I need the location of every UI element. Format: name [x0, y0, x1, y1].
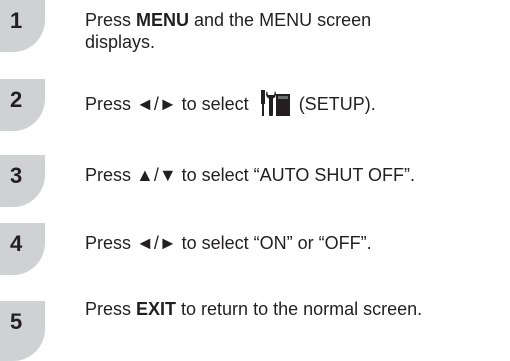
step-text: Press MENU and the MENU screen displays. — [85, 9, 505, 53]
step-text-pre: Press — [85, 10, 137, 30]
step-text-pre: Press ▲/▼ to select “AUTO SHUT OFF”. — [85, 165, 416, 185]
step-text: Press ◄/► to select (SETUP). — [85, 88, 505, 118]
step-text: Press ◄/► to select “ON” or “OFF”. — [85, 232, 505, 254]
step-text-line2: displays. — [85, 32, 156, 52]
step-number: 1 — [10, 8, 23, 33]
step-number: 3 — [10, 163, 23, 188]
step-text-post: and the MENU screen — [189, 10, 372, 30]
step-text: Press EXIT to return to the normal scree… — [85, 298, 505, 320]
step-text: Press ▲/▼ to select “AUTO SHUT OFF”. — [85, 164, 505, 186]
exit-button-label: EXIT — [136, 299, 177, 319]
step-number: 2 — [10, 87, 23, 112]
menu-button-label: MENU — [136, 10, 190, 30]
step-number: 5 — [10, 309, 23, 334]
step-text-pre: Press ◄/► to select “ON” or “OFF”. — [85, 233, 372, 253]
step-text-post: to return to the normal screen. — [176, 299, 423, 319]
step-text-pre: Press — [85, 299, 137, 319]
setup-icon — [258, 88, 292, 118]
step-text-post: (SETUP). — [293, 94, 376, 114]
step-text-pre: Press ◄/► to select — [85, 94, 254, 114]
step-number: 4 — [10, 231, 23, 256]
